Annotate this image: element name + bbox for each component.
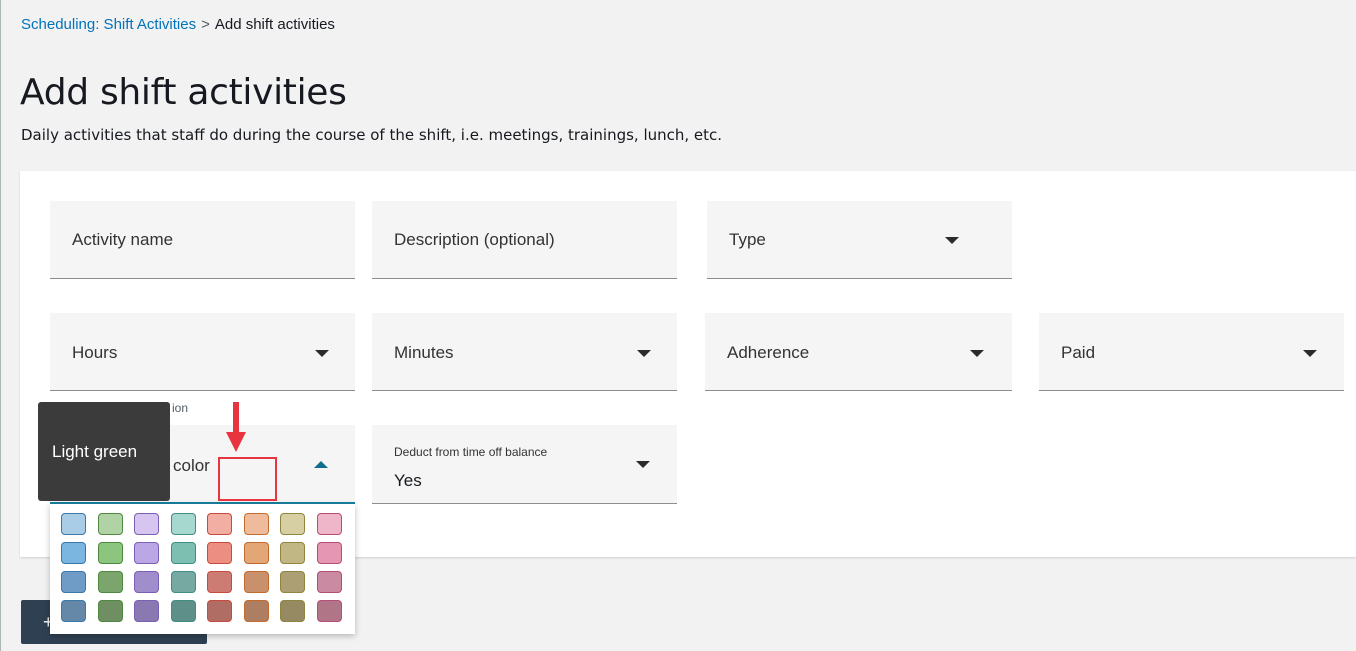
hours-select[interactable]: Hours xyxy=(50,313,355,391)
color-swatch[interactable] xyxy=(170,513,196,535)
breadcrumb-link-shift-activities[interactable]: Scheduling: Shift Activities xyxy=(21,16,196,33)
deduct-time-off-select[interactable]: Deduct from time off balance Yes xyxy=(372,425,677,504)
color-swatch[interactable] xyxy=(61,571,86,593)
color-swatch[interactable] xyxy=(97,600,123,622)
color-swatch[interactable] xyxy=(170,600,196,622)
color-swatch[interactable] xyxy=(280,542,305,564)
display-color-label: color xyxy=(173,456,210,475)
color-swatch[interactable] xyxy=(207,600,232,622)
color-swatch[interactable] xyxy=(97,513,123,535)
color-swatch[interactable] xyxy=(243,542,269,564)
chevron-up-icon xyxy=(314,461,328,468)
color-swatch[interactable] xyxy=(97,542,123,564)
breadcrumb-current: Add shift activities xyxy=(214,16,335,33)
chevron-down-icon xyxy=(945,237,959,244)
description-field[interactable]: Description (optional) xyxy=(372,201,677,279)
paid-select[interactable]: Paid xyxy=(1039,313,1344,391)
color-swatch[interactable] xyxy=(134,571,159,593)
color-swatch[interactable] xyxy=(61,513,86,535)
deduct-time-off-label: Deduct from time off balance xyxy=(394,445,548,459)
color-swatch[interactable] xyxy=(207,513,232,535)
color-swatch[interactable] xyxy=(207,542,232,564)
page-title: Add shift activities xyxy=(20,72,347,113)
minutes-label: Minutes xyxy=(394,343,454,362)
color-swatch[interactable] xyxy=(134,600,159,622)
breadcrumb: Scheduling: Shift Activities > Add shift a… xyxy=(21,16,335,33)
color-swatch[interactable] xyxy=(243,571,269,593)
chevron-down-icon xyxy=(1303,350,1317,357)
hours-helper-text: ion xyxy=(172,401,189,415)
color-swatch[interactable] xyxy=(316,571,342,593)
hours-label: Hours xyxy=(72,343,118,362)
color-swatch[interactable] xyxy=(61,600,86,622)
page-subtitle: Daily activities that staff do during th… xyxy=(21,126,723,144)
color-palette xyxy=(50,504,355,634)
color-swatch[interactable] xyxy=(316,513,342,535)
chevron-down-icon xyxy=(315,350,329,357)
color-swatch[interactable] xyxy=(170,542,196,564)
description-label: Description (optional) xyxy=(394,230,555,249)
color-swatch[interactable] xyxy=(280,600,305,622)
activity-name-label: Activity name xyxy=(72,230,174,249)
chevron-down-icon xyxy=(637,350,651,357)
color-swatch[interactable] xyxy=(134,542,159,564)
highlight-box xyxy=(218,457,277,501)
breadcrumb-separator: > xyxy=(201,16,210,33)
red-arrow-icon xyxy=(226,402,246,452)
color-swatch[interactable] xyxy=(170,571,196,593)
activity-name-field[interactable]: Activity name xyxy=(50,201,355,279)
paid-label: Paid xyxy=(1061,343,1096,362)
color-swatch[interactable] xyxy=(316,600,342,622)
chevron-down-icon xyxy=(970,350,984,357)
type-label: Type xyxy=(729,230,766,249)
color-swatch[interactable] xyxy=(316,542,342,564)
color-swatch[interactable] xyxy=(280,571,305,593)
minutes-select[interactable]: Minutes xyxy=(372,313,677,391)
color-swatch[interactable] xyxy=(243,600,269,622)
color-tooltip: Light green xyxy=(38,402,170,501)
color-swatch[interactable] xyxy=(280,513,305,535)
color-swatch[interactable] xyxy=(97,571,123,593)
deduct-time-off-value: Yes xyxy=(394,471,422,490)
color-swatch[interactable] xyxy=(61,542,86,564)
type-select[interactable]: Type xyxy=(707,201,1012,279)
color-swatch[interactable] xyxy=(207,571,232,593)
color-swatch[interactable] xyxy=(134,513,159,535)
adherence-label: Adherence xyxy=(727,343,810,362)
chevron-down-icon xyxy=(636,461,650,468)
adherence-select[interactable]: Adherence xyxy=(705,313,1012,391)
color-swatch[interactable] xyxy=(243,513,269,535)
